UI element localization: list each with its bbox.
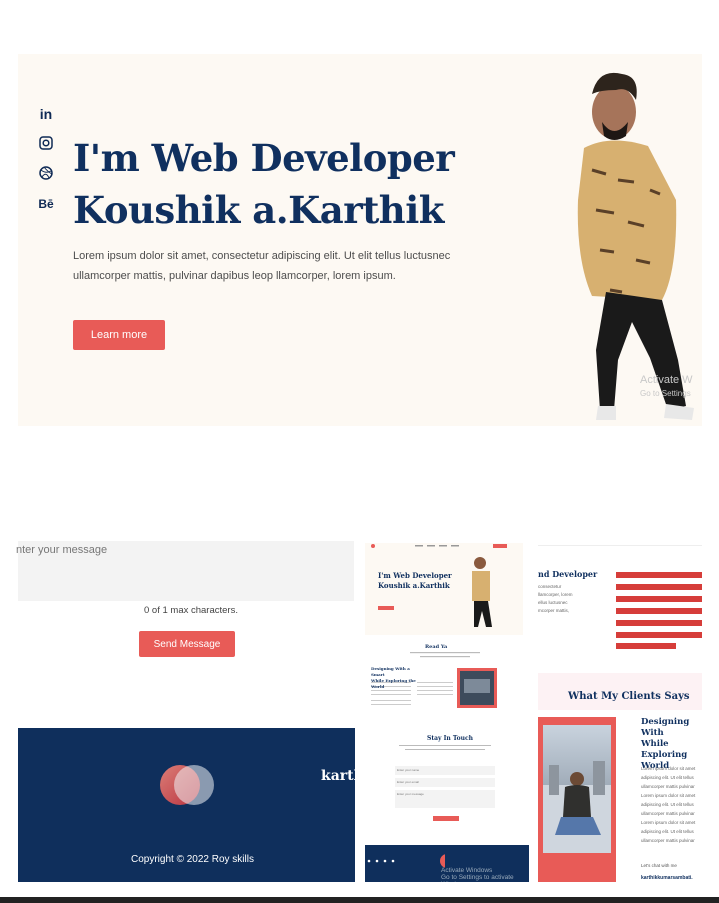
thumbnail-about: Read Ya Designing With a Smart While Exp… [365,637,523,717]
thumbnail-clients: What My Clients Says [538,673,702,710]
skill-bar [616,584,702,590]
skill-bar [616,632,702,638]
skill-bar [616,596,702,602]
hero-description: Lorem ipsum dolor sit amet, consectetur … [73,250,451,282]
character-counter: 0 of 1 max characters. [144,605,238,616]
linkedin-icon[interactable]: in [38,106,54,122]
footer-logo-icon [160,765,214,805]
thumbnail-field-name: Enter your name [395,766,495,775]
hero-title-line1: I'm Web Developer [73,136,455,180]
send-message-button[interactable]: Send Message [139,631,235,657]
thumbnail-hero: I'm Web Developer Koushik a.Karthik [365,543,523,635]
hero-section: in Bē I'm Web Developer Koushik a.Karthi… [18,54,702,426]
thumbnail-footer: Activate Windows Go to Settings to activ… [365,845,529,882]
hero-title-line2: Koushik a.Karthik [73,188,444,232]
thumbnail-person-image [472,557,492,627]
thumbnail-photo [538,717,616,882]
skill-bar [616,620,702,626]
hero-title: I'm Web Developer Koushik a.Karthik [73,132,455,236]
blog-email: karthikkumarsambati. [641,875,693,881]
thumbnail-nav [371,544,507,548]
thumbnail-hero-button [378,606,394,610]
footer-brand: karth [321,768,355,784]
skill-bar [616,608,702,614]
activate-windows-watermark: Activate W Go to Settings [640,374,693,398]
thumbnail-hero-title: I'm Web Developer Koushik a.Karthik [378,571,452,590]
thumbnail-skills: nd Developer consectetur llamcorper, lor… [538,543,702,673]
instagram-icon[interactable] [38,136,54,152]
skill-bar [616,572,702,578]
thumbnail-skills-nav [538,545,702,546]
clients-title: What My Clients Says [568,691,690,702]
social-links: in Bē [38,106,54,212]
thumbnail-about-subtitle: Designing With a Smart While Exploring t… [371,666,416,689]
blog-chat: Let's chat with me [641,863,677,868]
thumbnail-send-button [433,816,459,821]
thumbnail-skills-title: nd Developer [538,569,598,579]
skill-bar [616,643,676,649]
thumbnail-contact-lines [399,745,491,750]
behance-icon[interactable]: Bē [38,196,54,212]
thumbnail-field-message: Enter your message [395,790,495,808]
message-textarea[interactable]: nter your message [16,541,354,601]
page: in Bē I'm Web Developer Koushik a.Karthi… [0,0,719,903]
dribbble-icon[interactable] [38,166,54,182]
thumbnail-field-email: Enter your email [395,778,495,787]
footer-copyright: Copyright © 2022 Roy skills [131,854,254,865]
message-placeholder: nter your message [16,544,108,556]
thumbnail-watermark: Activate Windows Go to Settings to activ… [441,867,514,882]
blog-paragraph: Lorem ipsum dolor sit amet adipiscing el… [641,766,696,843]
learn-more-button[interactable]: Learn more [73,320,165,350]
bottom-divider [0,897,719,903]
hero-person-image [577,72,694,420]
thumbnail-contact: Stay In Touch Enter your name Enter your… [365,724,523,844]
thumbnail-blog: Designing With While Exploring World Lor… [634,717,704,882]
thumbnail-footer-icons [367,854,445,868]
thumbnail-skills-text: consectetur llamcorper, lorem ellus luct… [538,584,573,613]
footer: karth Copyright © 2022 Roy skills [18,728,355,882]
photo-image [543,725,611,853]
